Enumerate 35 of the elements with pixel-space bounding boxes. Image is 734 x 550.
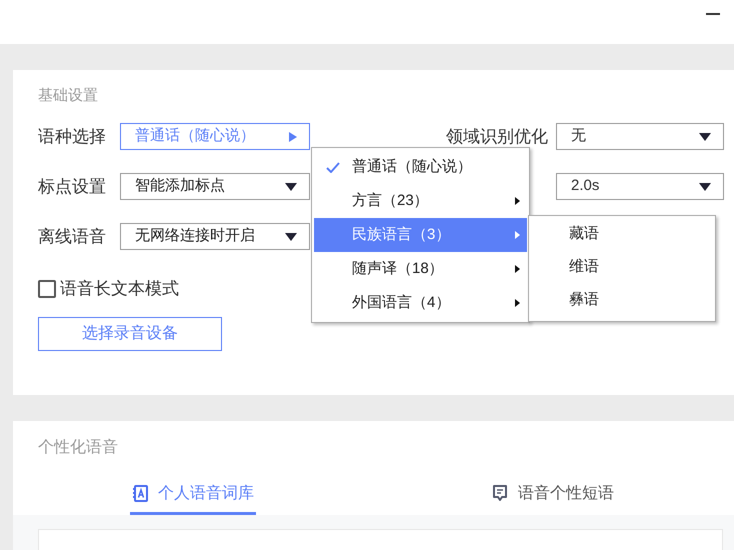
dictionary-icon: [132, 485, 148, 502]
menu-item[interactable]: 普通话（随心说）: [314, 150, 527, 184]
caret-icon: [699, 132, 711, 140]
menu-item[interactable]: 随声译（18）: [314, 252, 527, 286]
setting-label: 领域识别优化: [446, 126, 548, 148]
select-device-button[interactable]: 选择录音设备: [38, 316, 222, 350]
caret-icon: [699, 182, 711, 190]
submenu-arrow-icon: [515, 197, 520, 205]
long-text-checkbox[interactable]: 语音长文本模式: [38, 276, 179, 302]
select-field[interactable]: 智能添加标点: [120, 173, 310, 200]
menu-item[interactable]: 彝语: [529, 284, 715, 317]
minimize-icon[interactable]: [706, 13, 720, 15]
select-field[interactable]: 无网络连接时开启: [120, 223, 310, 250]
check-icon: [326, 162, 340, 172]
caret-icon: [285, 182, 297, 190]
select-field[interactable]: 2.0s: [556, 173, 724, 200]
submenu-arrow-icon: [515, 265, 520, 273]
submenu-arrow-icon: [515, 299, 520, 307]
caret-icon: [289, 132, 297, 142]
section-title: 个性化语音: [37, 438, 119, 458]
submenu-arrow-icon: [515, 231, 520, 239]
setting-label: 离线语音: [38, 226, 107, 248]
caret-icon: [285, 232, 297, 240]
message-icon: [492, 485, 508, 502]
menu-item[interactable]: 民族语言（3）: [314, 218, 527, 252]
select-field[interactable]: 普通话（随心说）: [120, 123, 310, 150]
menu-item[interactable]: 维语: [529, 251, 715, 284]
setting-label: 标点设置: [38, 176, 107, 198]
menu-item[interactable]: 外国语言（4）: [314, 286, 527, 320]
section-title: 基础设置: [38, 86, 99, 106]
menu-item[interactable]: 藏语: [529, 218, 715, 251]
tab[interactable]: 语音个性短语: [490, 475, 616, 515]
setting-label: 语种选择: [38, 126, 107, 148]
select-field[interactable]: 无: [556, 123, 724, 150]
menu-item[interactable]: 方言（23）: [314, 184, 527, 218]
